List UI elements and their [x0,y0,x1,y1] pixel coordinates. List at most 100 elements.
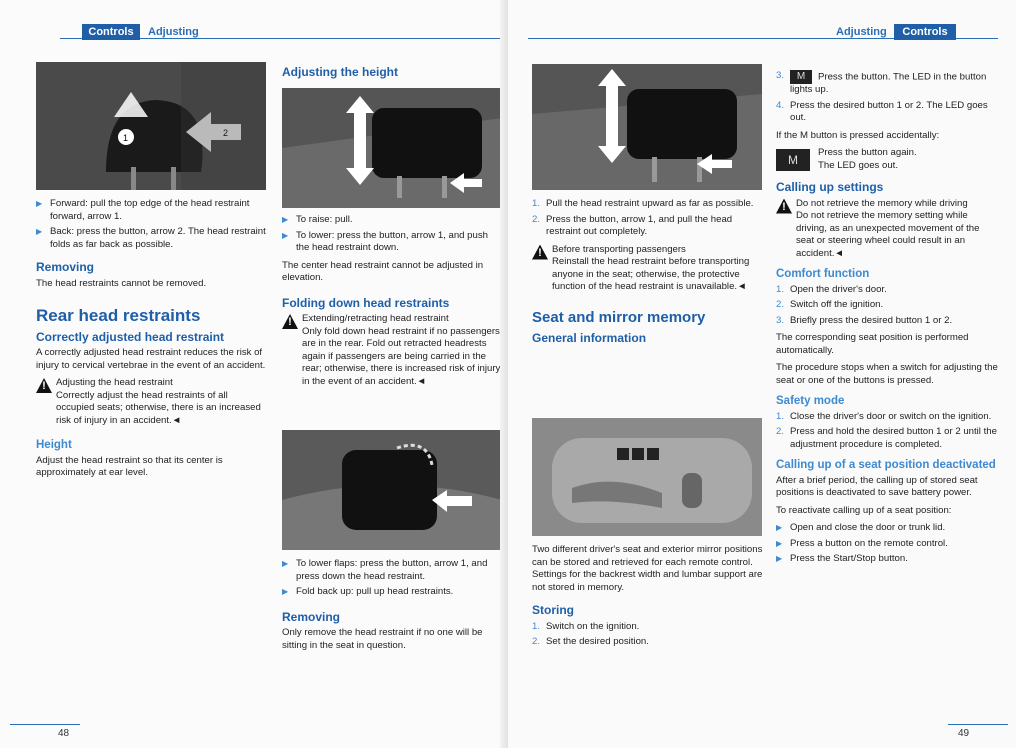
list-item: ▶ Press a button on the remote control. [776,537,948,549]
right-column-1: 1. Pull the head restraint upward as far … [532,198,764,349]
tab-adjusting[interactable]: Adjusting [148,24,199,40]
general-info-heading: General information [532,331,647,345]
memory-steps: 3. M Press the button. The LED in the butt… [776,70,998,125]
list-item: 2. Press and hold the desired button 1 or… [776,426,997,450]
list-item: 3. M Press the button. The LED in the butt… [776,70,987,96]
height-heading: Height [36,439,72,451]
front-bullets: ▶ Forward: pull the top edge of the head … [36,198,266,251]
storing-steps: 1. Switch on the ignition. 2. Set the desi… [532,621,764,649]
again-text: Press the button again. [818,147,917,159]
warning-icon: ! [776,198,792,214]
footer-rule [10,724,80,725]
fold-bullets: ▶ To lower flaps: press the button, arrow… [282,558,502,599]
rear-restraint-illustration [282,88,502,208]
left-column-2-body: ▶ To raise: pull. ▶ To lower: press the bu… [282,214,502,393]
list-item: ▶ To lower: press the button, arrow 1, an… [282,229,488,254]
left-column-2-bottom: ▶ To lower flaps: press the button, arrow… [282,558,502,657]
folding-restraint-illustration [282,430,502,550]
remove-restraint-illustration [532,64,762,190]
height-text: Adjust the head restraint so that its ce… [36,454,223,479]
rear-height-figure [282,88,502,208]
removing-heading-2: Removing [282,609,341,624]
storing-heading: Storing [532,603,574,617]
comfort-heading: Comfort function [776,268,870,281]
m-button-again-block: M Press the button again. The LED goes o… [776,147,998,173]
warning-title: Do not retrieve the memory while driving [796,197,968,209]
right-column-1-bottom: Two different driver's seat and exterior… [532,544,764,654]
general-text: Two different driver's seat and exterior… [532,544,763,593]
list-item: ▶ Back: press the button, arrow 2. The he… [36,226,266,250]
reactivate-bullets: ▶ Open and close the door or trunk lid. ▶… [776,522,998,566]
list-item: ▶ Press the Start/Stop button. [776,553,908,565]
left-page: Controls Adjusting 1 2 ▶ Forward: pull th… [0,0,508,748]
remove-steps: 1. Pull the head restraint upward as far … [532,198,764,239]
list-item: 1. Close the driver's door or switch on t… [776,410,992,422]
calling-up-heading: Calling up settings [776,180,884,195]
center-text: The center head restraint cannot be adju… [282,259,484,284]
height-bullets: ▶ To raise: pull. ▶ To lower: press the bu… [282,214,502,255]
led-out-text: The LED goes out. [818,159,898,171]
list-item: 2. Set the desired position. [532,636,649,647]
warning-title: Adjusting the head restraint [56,377,173,388]
right-column-2: 3. M Press the button. The LED in the butt… [776,70,998,571]
tab-controls[interactable]: Controls [82,24,140,40]
seat-mirror-memory-heading: Seat and mirror memory [532,308,706,326]
accidental-text: If the M button is pressed accidentally: [776,129,940,141]
list-item: ▶ Open and close the door or trunk lid. [776,522,946,534]
memory-buttons-figure [532,418,762,536]
list-item: 1. Pull the head restraint upward as far … [532,198,754,209]
comfort-steps: 1. Open the driver's door. 2. Switch off t… [776,284,998,328]
tab-adjusting[interactable]: Adjusting [836,24,887,40]
list-item: 1. Switch on the ignition. [532,620,640,632]
footer-rule [948,724,1008,725]
warning-text: Only fold down head restraint if no pass… [302,325,501,387]
list-item: 2. Press the button, arrow 1, and pull th… [532,213,733,238]
folding-figure [282,430,502,550]
front-head-restraint-figure: 1 2 [36,62,266,190]
list-item: 1. Open the driver's door. [776,283,887,295]
m-button-large[interactable]: M [776,149,810,172]
m-button[interactable]: M [790,70,812,84]
list-item: 3. Briefly press the desired button 1 or … [776,314,953,326]
safety-steps: 1. Close the driver's door or switch on t… [776,411,998,452]
comfort-text-2: The procedure stops when a switch for ad… [776,362,998,386]
list-item: 4. Press the desired button 1 or 2. The L… [776,99,988,124]
page-number: 49 [958,728,970,739]
list-item: 2. Switch off the ignition. [776,299,884,311]
list-item: ▶ Forward: pull the top edge of the head … [36,198,250,222]
comfort-text-1: The corresponding seat position is perfo… [776,332,969,356]
warning-box: ! Extending/retracting head restraint On… [282,313,502,388]
removing-text: The head restraints cannot be removed. [36,277,207,289]
warning-title: Extending/retracting head restraint [302,313,449,324]
safety-heading: Safety mode [776,395,845,408]
correct-text: A correctly adjusted head restraint redu… [36,347,266,371]
folding-heading: Folding down head restraints [282,295,450,310]
head-restraint-illustration: 1 2 [36,62,266,190]
svg-text:1: 1 [123,133,128,143]
list-item: ▶ To raise: pull. [282,214,353,225]
correct-heading: Correctly adjusted head restraint [36,329,225,344]
warning-icon: ! [532,244,548,260]
left-column-1: ▶ Forward: pull the top edge of the head … [36,198,266,485]
list-item: ▶ To lower flaps: press the button, arrow… [282,558,488,582]
tab-controls[interactable]: Controls [894,24,956,40]
warning-icon: ! [282,314,298,329]
warning-text: Correctly adjust the head restraints of … [56,389,261,426]
warning-box: ! Before transporting passengers Reinsta… [532,244,764,294]
deactivated-heading: Calling up of a seat position deactivate… [776,459,996,472]
rear-head-restraints-heading: Rear head restraints [36,306,201,325]
adjusting-height-heading: Adjusting the height [282,65,398,79]
memory-buttons-illustration [532,418,762,536]
warning-text: Do not retrieve the memory setting while… [796,210,980,259]
warning-box: ! Do not retrieve the memory while drivi… [776,198,998,261]
warning-box: ! Adjusting the head restraint Correctly… [36,377,266,427]
removing-text-2: Only remove the head restraint if no one… [282,627,483,651]
list-item: ▶ Fold back up: pull up head restraints. [282,586,454,597]
deactivated-text: After a brief period, the calling up of … [776,474,978,499]
warning-title: Before transporting passengers [552,243,686,255]
warning-icon: ! [36,378,52,393]
reactivate-text: To reactivate calling up of a seat posit… [776,504,952,516]
right-page: Adjusting Controls 1. Pull the head restr… [508,0,1016,748]
left-column-2: Adjusting the height [282,66,502,83]
remove-restraint-figure [532,64,762,190]
